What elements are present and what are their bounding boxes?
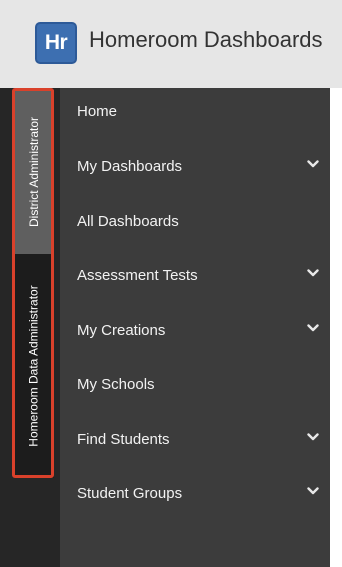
role-tab-district-administrator[interactable]: District Administrator — [14, 90, 54, 254]
app-title[interactable]: Homeroom Dashboards — [89, 27, 323, 53]
nav-item-label: All Dashboards — [77, 212, 179, 230]
chevron-down-icon[interactable] — [307, 324, 319, 332]
role-switcher-rail: District Administrator Homeroom Data Adm… — [0, 88, 60, 567]
chevron-down-icon[interactable] — [307, 433, 319, 441]
nav-item-find-students[interactable]: Find Students — [60, 424, 330, 454]
nav-item-label: Home — [77, 102, 118, 120]
nav-item-label: My Schools — [77, 375, 155, 393]
nav-item-my-creations[interactable]: My Creations — [60, 315, 330, 345]
role-tab-label: Homeroom Data Administrator — [27, 285, 42, 447]
role-tab-label: District Administrator — [27, 116, 41, 228]
nav-item-label: My Dashboards — [77, 157, 183, 175]
nav-item-my-dashboards[interactable]: My Dashboards — [60, 151, 330, 181]
chevron-down-icon[interactable] — [307, 487, 319, 495]
role-tab-homeroom-data-administrator[interactable]: Homeroom Data Administrator — [14, 254, 54, 478]
nav-item-label: Assessment Tests — [77, 266, 198, 284]
nav-item-home[interactable]: Home — [60, 96, 330, 126]
nav-item-assessment-tests[interactable]: Assessment Tests — [60, 260, 330, 290]
chevron-down-icon[interactable] — [307, 160, 319, 168]
sidebar: District Administrator Homeroom Data Adm… — [0, 88, 330, 567]
nav-item-my-schools[interactable]: My Schools — [60, 369, 330, 399]
nav-item-student-groups[interactable]: Student Groups — [60, 478, 330, 508]
chevron-down-icon[interactable] — [307, 269, 319, 277]
nav-item-label: Find Students — [77, 430, 170, 448]
homeroom-logo[interactable]: Hr — [35, 22, 77, 64]
app-header: Hr Homeroom Dashboards — [0, 0, 342, 88]
nav-item-label: Student Groups — [77, 484, 183, 502]
nav-item-all-dashboards[interactable]: All Dashboards — [60, 206, 330, 236]
nav-item-label: My Creations — [77, 321, 166, 339]
